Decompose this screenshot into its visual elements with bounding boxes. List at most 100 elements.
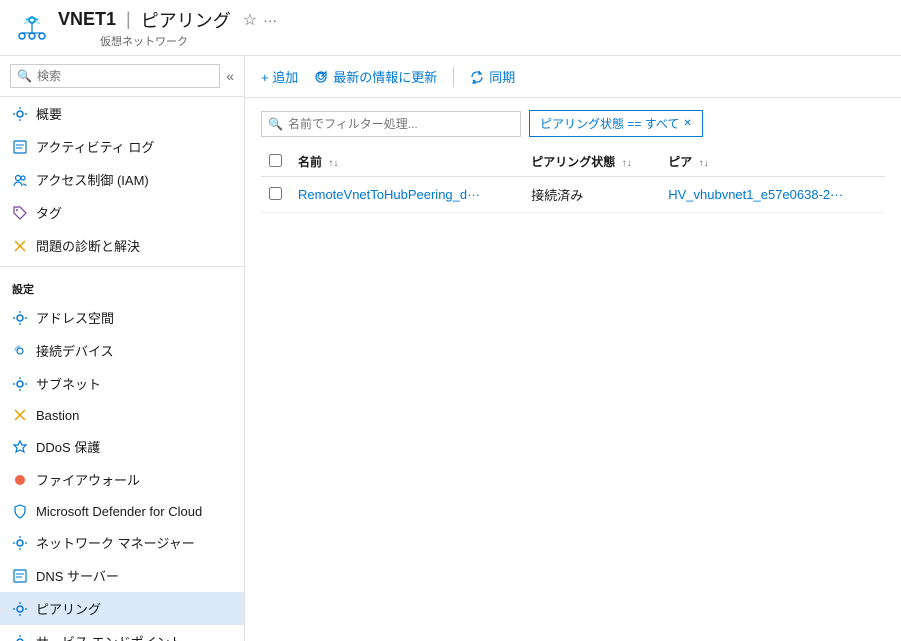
sidebar-item-firewall[interactable]: ファイアウォール [0,463,244,496]
resource-type: 仮想ネットワーク [100,33,277,49]
connected-devices-label: 接続デバイス [36,341,114,360]
peering-name-link[interactable]: RemoteVnetToHubPeering_d··· [298,187,480,202]
access-control-label: アクセス制御 (IAM) [36,170,149,189]
sidebar-collapse-button[interactable]: « [226,68,234,84]
sidebar-item-service-endpoint[interactable]: サービス エンドポイント [0,625,244,641]
row-name-cell: RemoteVnetToHubPeering_d··· [290,177,523,213]
main-content: 🔍 ピアリング状態 == すべて ✕ 名前 ↑↓ [245,98,901,641]
address-space-label: アドレス空間 [36,308,114,327]
sidebar-search-bar: 🔍 « [0,56,244,97]
sync-icon [470,70,484,84]
table-header-peering-state[interactable]: ピアリング状態 ↑↓ [523,147,660,177]
sidebar-divider-1 [0,266,244,267]
page-title: ピアリング [141,7,231,33]
address-space-icon [12,310,28,326]
row-checkbox-cell [261,177,290,213]
sidebar: 🔍 « 概要 アクティビティ ログ [0,56,245,641]
sidebar-item-peering[interactable]: ピアリング [0,592,244,625]
resource-name: VNET1 [58,9,116,30]
sidebar-item-bastion[interactable]: Bastion [0,400,244,430]
dns-icon [12,568,28,584]
row-peering-state-cell: 接続済み [523,177,660,213]
table-header-name[interactable]: 名前 ↑↓ [290,147,523,177]
diagnose-label: 問題の診断と解決 [36,236,140,255]
sidebar-item-network-manager[interactable]: ネットワーク マネージャー [0,526,244,559]
main-layout: 🔍 « 概要 アクティビティ ログ [0,56,901,641]
filter-input[interactable] [261,111,521,137]
select-all-checkbox[interactable] [269,154,282,167]
sidebar-item-diagnose[interactable]: 問題の診断と解決 [0,229,244,262]
more-options-icon[interactable]: ··· [263,12,277,28]
access-control-icon [12,172,28,188]
sidebar-item-connected-devices[interactable]: 接続デバイス [0,334,244,367]
favorite-icon[interactable]: ☆ [243,10,257,30]
firewall-icon [12,472,28,488]
row-checkbox[interactable] [269,187,282,200]
table-header-checkbox [261,147,290,177]
bastion-icon [12,407,28,423]
header-titles: VNET1 | ピアリング ☆ ··· 仮想ネットワーク [58,7,277,49]
content-area: + 追加 最新の情報に更新 同期 🔍 ピアリング状態 == すべて ✕ [245,56,901,641]
peer-link[interactable]: HV_vhubvnet1_e57e0638-2··· [668,187,843,202]
table-header-peer[interactable]: ピア ↑↓ [660,147,885,177]
subnets-icon [12,376,28,392]
activity-log-icon [12,139,28,155]
sidebar-scroll: 概要 アクティビティ ログ アクセス制御 (IAM) タグ [0,97,244,641]
sidebar-search-input[interactable] [10,64,220,88]
sidebar-item-dns-server[interactable]: DNS サーバー [0,559,244,592]
ddos-label: DDoS 保護 [36,437,100,456]
tags-label: タグ [36,203,62,222]
search-wrap: 🔍 [10,64,220,88]
sidebar-item-access-control[interactable]: アクセス制御 (IAM) [0,163,244,196]
dns-server-label: DNS サーバー [36,566,119,585]
settings-section-title: 設定 [0,271,244,301]
defender-label: Microsoft Defender for Cloud [36,504,202,519]
refresh-button[interactable]: 最新の情報に更新 [314,67,437,86]
connected-devices-icon [12,343,28,359]
peering-label: ピアリング [36,599,101,618]
peering-table: 名前 ↑↓ ピアリング状態 ↑↓ ピア ↑↓ [261,147,885,213]
header-divider: | [126,9,131,30]
sidebar-item-tags[interactable]: タグ [0,196,244,229]
sync-button[interactable]: 同期 [470,67,515,86]
filter-badge-label: ピアリング状態 == すべて [540,115,679,132]
network-manager-label: ネットワーク マネージャー [36,533,195,552]
toolbar-separator [453,67,454,87]
add-button[interactable]: + 追加 [261,67,298,86]
peering-state-sort-icon: ↑↓ [622,158,632,169]
activity-log-label: アクティビティ ログ [36,137,154,156]
peer-sort-icon: ↑↓ [699,158,709,169]
defender-icon [12,503,28,519]
sidebar-item-activity-log[interactable]: アクティビティ ログ [0,130,244,163]
sidebar-item-defender[interactable]: Microsoft Defender for Cloud [0,496,244,526]
network-manager-icon [12,535,28,551]
vnet-icon [16,12,48,44]
page-header: VNET1 | ピアリング ☆ ··· 仮想ネットワーク [0,0,901,56]
toolbar: + 追加 最新の情報に更新 同期 [245,56,901,98]
sidebar-item-address-space[interactable]: アドレス空間 [0,301,244,334]
ddos-icon [12,439,28,455]
service-endpoint-icon [12,634,28,641]
sidebar-item-subnets[interactable]: サブネット [0,367,244,400]
filter-badge[interactable]: ピアリング状態 == すべて ✕ [529,110,703,137]
refresh-icon [314,70,328,84]
filter-row: 🔍 ピアリング状態 == すべて ✕ [261,110,885,137]
search-icon: 🔍 [17,69,32,83]
overview-icon [12,106,28,122]
table-header: 名前 ↑↓ ピアリング状態 ↑↓ ピア ↑↓ [261,147,885,177]
sidebar-item-ddos[interactable]: DDoS 保護 [0,430,244,463]
service-endpoint-label: サービス エンドポイント [36,632,183,641]
peering-icon [12,601,28,617]
table-body: RemoteVnetToHubPeering_d··· 接続済み HV_vhub… [261,177,885,213]
filter-badge-clear[interactable]: ✕ [683,118,691,129]
overview-label: 概要 [36,104,62,123]
firewall-label: ファイアウォール [36,470,140,489]
filter-input-wrap: 🔍 [261,111,521,137]
filter-search-icon: 🔍 [268,117,283,131]
sidebar-item-overview[interactable]: 概要 [0,97,244,130]
table-row: RemoteVnetToHubPeering_d··· 接続済み HV_vhub… [261,177,885,213]
diagnose-icon [12,238,28,254]
row-peer-cell: HV_vhubvnet1_e57e0638-2··· [660,177,885,213]
subnets-label: サブネット [36,374,101,393]
tags-icon [12,205,28,221]
